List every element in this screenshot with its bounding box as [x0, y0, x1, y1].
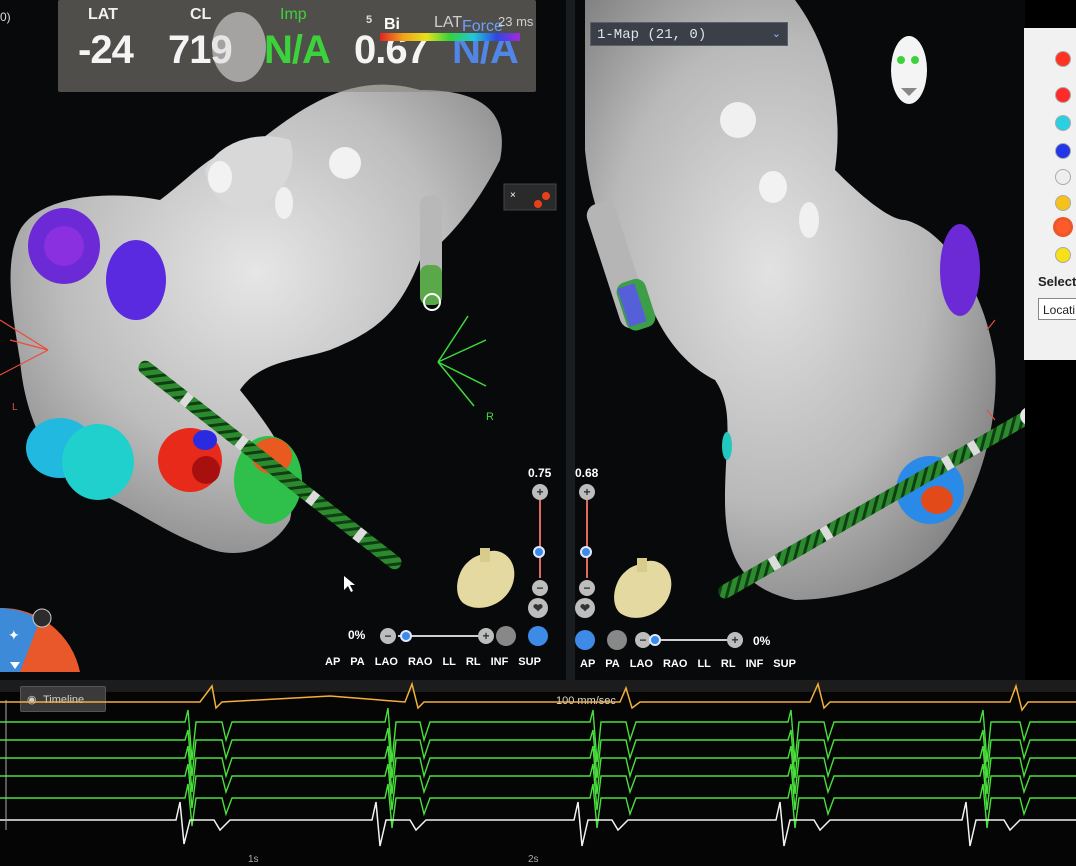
heart-orientation-icon: [457, 548, 515, 608]
right-view-reset[interactable]: [607, 630, 627, 650]
left-orient-ap[interactable]: AP: [325, 656, 340, 668]
right-zoom-track[interactable]: [653, 639, 733, 641]
left-orient-rl[interactable]: RL: [466, 656, 481, 668]
axis-l-label: L: [12, 402, 18, 413]
left-slider-knob[interactable]: [533, 546, 545, 558]
left-opacity-value: 0.75: [528, 466, 552, 480]
lat-value: -24: [78, 28, 134, 72]
right-orient-pa[interactable]: PA: [605, 658, 619, 670]
right-opacity-value: 0.68: [575, 466, 599, 480]
right-orient-lao[interactable]: LAO: [630, 658, 653, 670]
swatch-white[interactable]: [1056, 170, 1070, 184]
hud-readout-panel: LAT -24 CL 719 Imp N/A 5 Bi 0.67 LAT For…: [58, 0, 536, 92]
right-orient-inf[interactable]: INF: [746, 658, 764, 670]
swatch-orange-selected[interactable]: [1056, 220, 1070, 234]
map-select[interactable]: 1-Map (21, 0) ⌄: [590, 22, 788, 46]
scale-num: 5: [366, 14, 373, 26]
swatch-yellow[interactable]: [1056, 196, 1070, 210]
head-orientation-icon: [891, 36, 927, 104]
left-orient-lao[interactable]: LAO: [375, 656, 398, 668]
right-orient-ll[interactable]: LL: [697, 658, 710, 670]
right-zoom-pct: 0%: [753, 634, 771, 648]
left-zoom-minus[interactable]: −: [380, 628, 396, 644]
hud-sphere: [212, 12, 266, 82]
map-select-value: 1-Map (21, 0): [597, 27, 707, 43]
tool-widget[interactable]: ✦: [0, 602, 84, 672]
palette-select-label: Select: [1038, 274, 1076, 289]
left-slider-track[interactable]: [539, 500, 541, 578]
mouse-cursor: [344, 576, 355, 592]
left-orient-rao[interactable]: RAO: [408, 656, 432, 668]
right-slider-track[interactable]: [586, 500, 588, 578]
left-heart-button[interactable]: ❤: [528, 598, 548, 618]
time-marker-2s: 2s: [528, 854, 539, 865]
purple-blob-2: [106, 240, 166, 320]
svg-text:×: ×: [510, 190, 516, 201]
right-3d-view[interactable]: 1-Map (21, 0) ⌄ 0.68 + − ❤ − + 0% AP PA LA…: [575, 0, 1025, 680]
left-orientation-bar: AP PA LAO RAO LL RL INF SUP: [325, 656, 551, 668]
swatch-blue[interactable]: [1056, 144, 1070, 158]
right-orient-rl[interactable]: RL: [721, 658, 736, 670]
right-orientation-bar: AP PA LAO RAO LL RL INF SUP: [580, 658, 806, 670]
ms-label: 23 ms: [498, 14, 534, 29]
wand-icon: ✦: [8, 628, 20, 644]
ecg-panel[interactable]: ◉ Timeline 100 mm/sec 1s 2s: [0, 680, 1076, 866]
imp-value: N/A: [264, 28, 331, 72]
right-orient-sup[interactable]: SUP: [773, 658, 796, 670]
right-slider-knob[interactable]: [580, 546, 592, 558]
left-slider-minus[interactable]: −: [532, 580, 548, 596]
left-slider-plus[interactable]: +: [532, 484, 548, 500]
view-divider[interactable]: [566, 0, 575, 680]
corner-text: 0): [0, 10, 11, 24]
axis-r-label: R: [486, 411, 494, 423]
right-anatomy-map[interactable]: [575, 0, 1025, 680]
imp-label: Imp: [280, 6, 307, 23]
chevron-down-icon: ⌄: [771, 29, 781, 41]
left-zoom-plus[interactable]: +: [478, 628, 494, 644]
right-zoom-knob[interactable]: [649, 634, 661, 646]
orientation-axis-r: [437, 315, 487, 407]
left-orient-inf[interactable]: INF: [491, 656, 509, 668]
left-view-check[interactable]: [528, 626, 548, 646]
right-orient-rao[interactable]: RAO: [663, 658, 687, 670]
swatch-cyan[interactable]: [1056, 116, 1070, 130]
point-palette[interactable]: Select Locati: [1024, 28, 1076, 360]
cl-label: CL: [190, 6, 212, 23]
right-purple-blob: [940, 224, 980, 316]
left-zoom-knob[interactable]: [400, 630, 412, 642]
left-zoom-pct: 0%: [348, 628, 366, 642]
right-view-check[interactable]: [575, 630, 595, 650]
left-view-reset[interactable]: [496, 626, 516, 646]
swatch-red-2[interactable]: [1056, 88, 1070, 102]
right-zoom-plus[interactable]: +: [727, 632, 743, 648]
right-slider-minus[interactable]: −: [579, 580, 595, 596]
mapping-catheter: [420, 195, 442, 311]
right-orient-ap[interactable]: AP: [580, 658, 595, 670]
teal-blob: [62, 424, 134, 500]
left-orient-pa[interactable]: PA: [350, 656, 364, 668]
lat-label: LAT: [88, 6, 118, 23]
lat-color-scale: [380, 33, 520, 41]
right-heart-button[interactable]: ❤: [575, 598, 595, 618]
left-3d-view[interactable]: R L × LAT -24 CL 719 Imp N/A 5 Bi 0.67 L…: [0, 0, 566, 680]
left-orient-ll[interactable]: LL: [442, 656, 455, 668]
palette-location-field[interactable]: Locati: [1038, 298, 1076, 320]
left-orient-sup[interactable]: SUP: [518, 656, 541, 668]
right-heart-orientation-icon: [614, 558, 672, 618]
swatch-yellow-2[interactable]: [1056, 248, 1070, 262]
time-marker-1s: 1s: [248, 854, 259, 865]
swatch-red-1[interactable]: [1056, 52, 1070, 66]
right-slider-plus[interactable]: +: [579, 484, 595, 500]
left-anatomy-map[interactable]: R L ×: [0, 0, 566, 680]
ecg-traces: [0, 681, 1076, 847]
